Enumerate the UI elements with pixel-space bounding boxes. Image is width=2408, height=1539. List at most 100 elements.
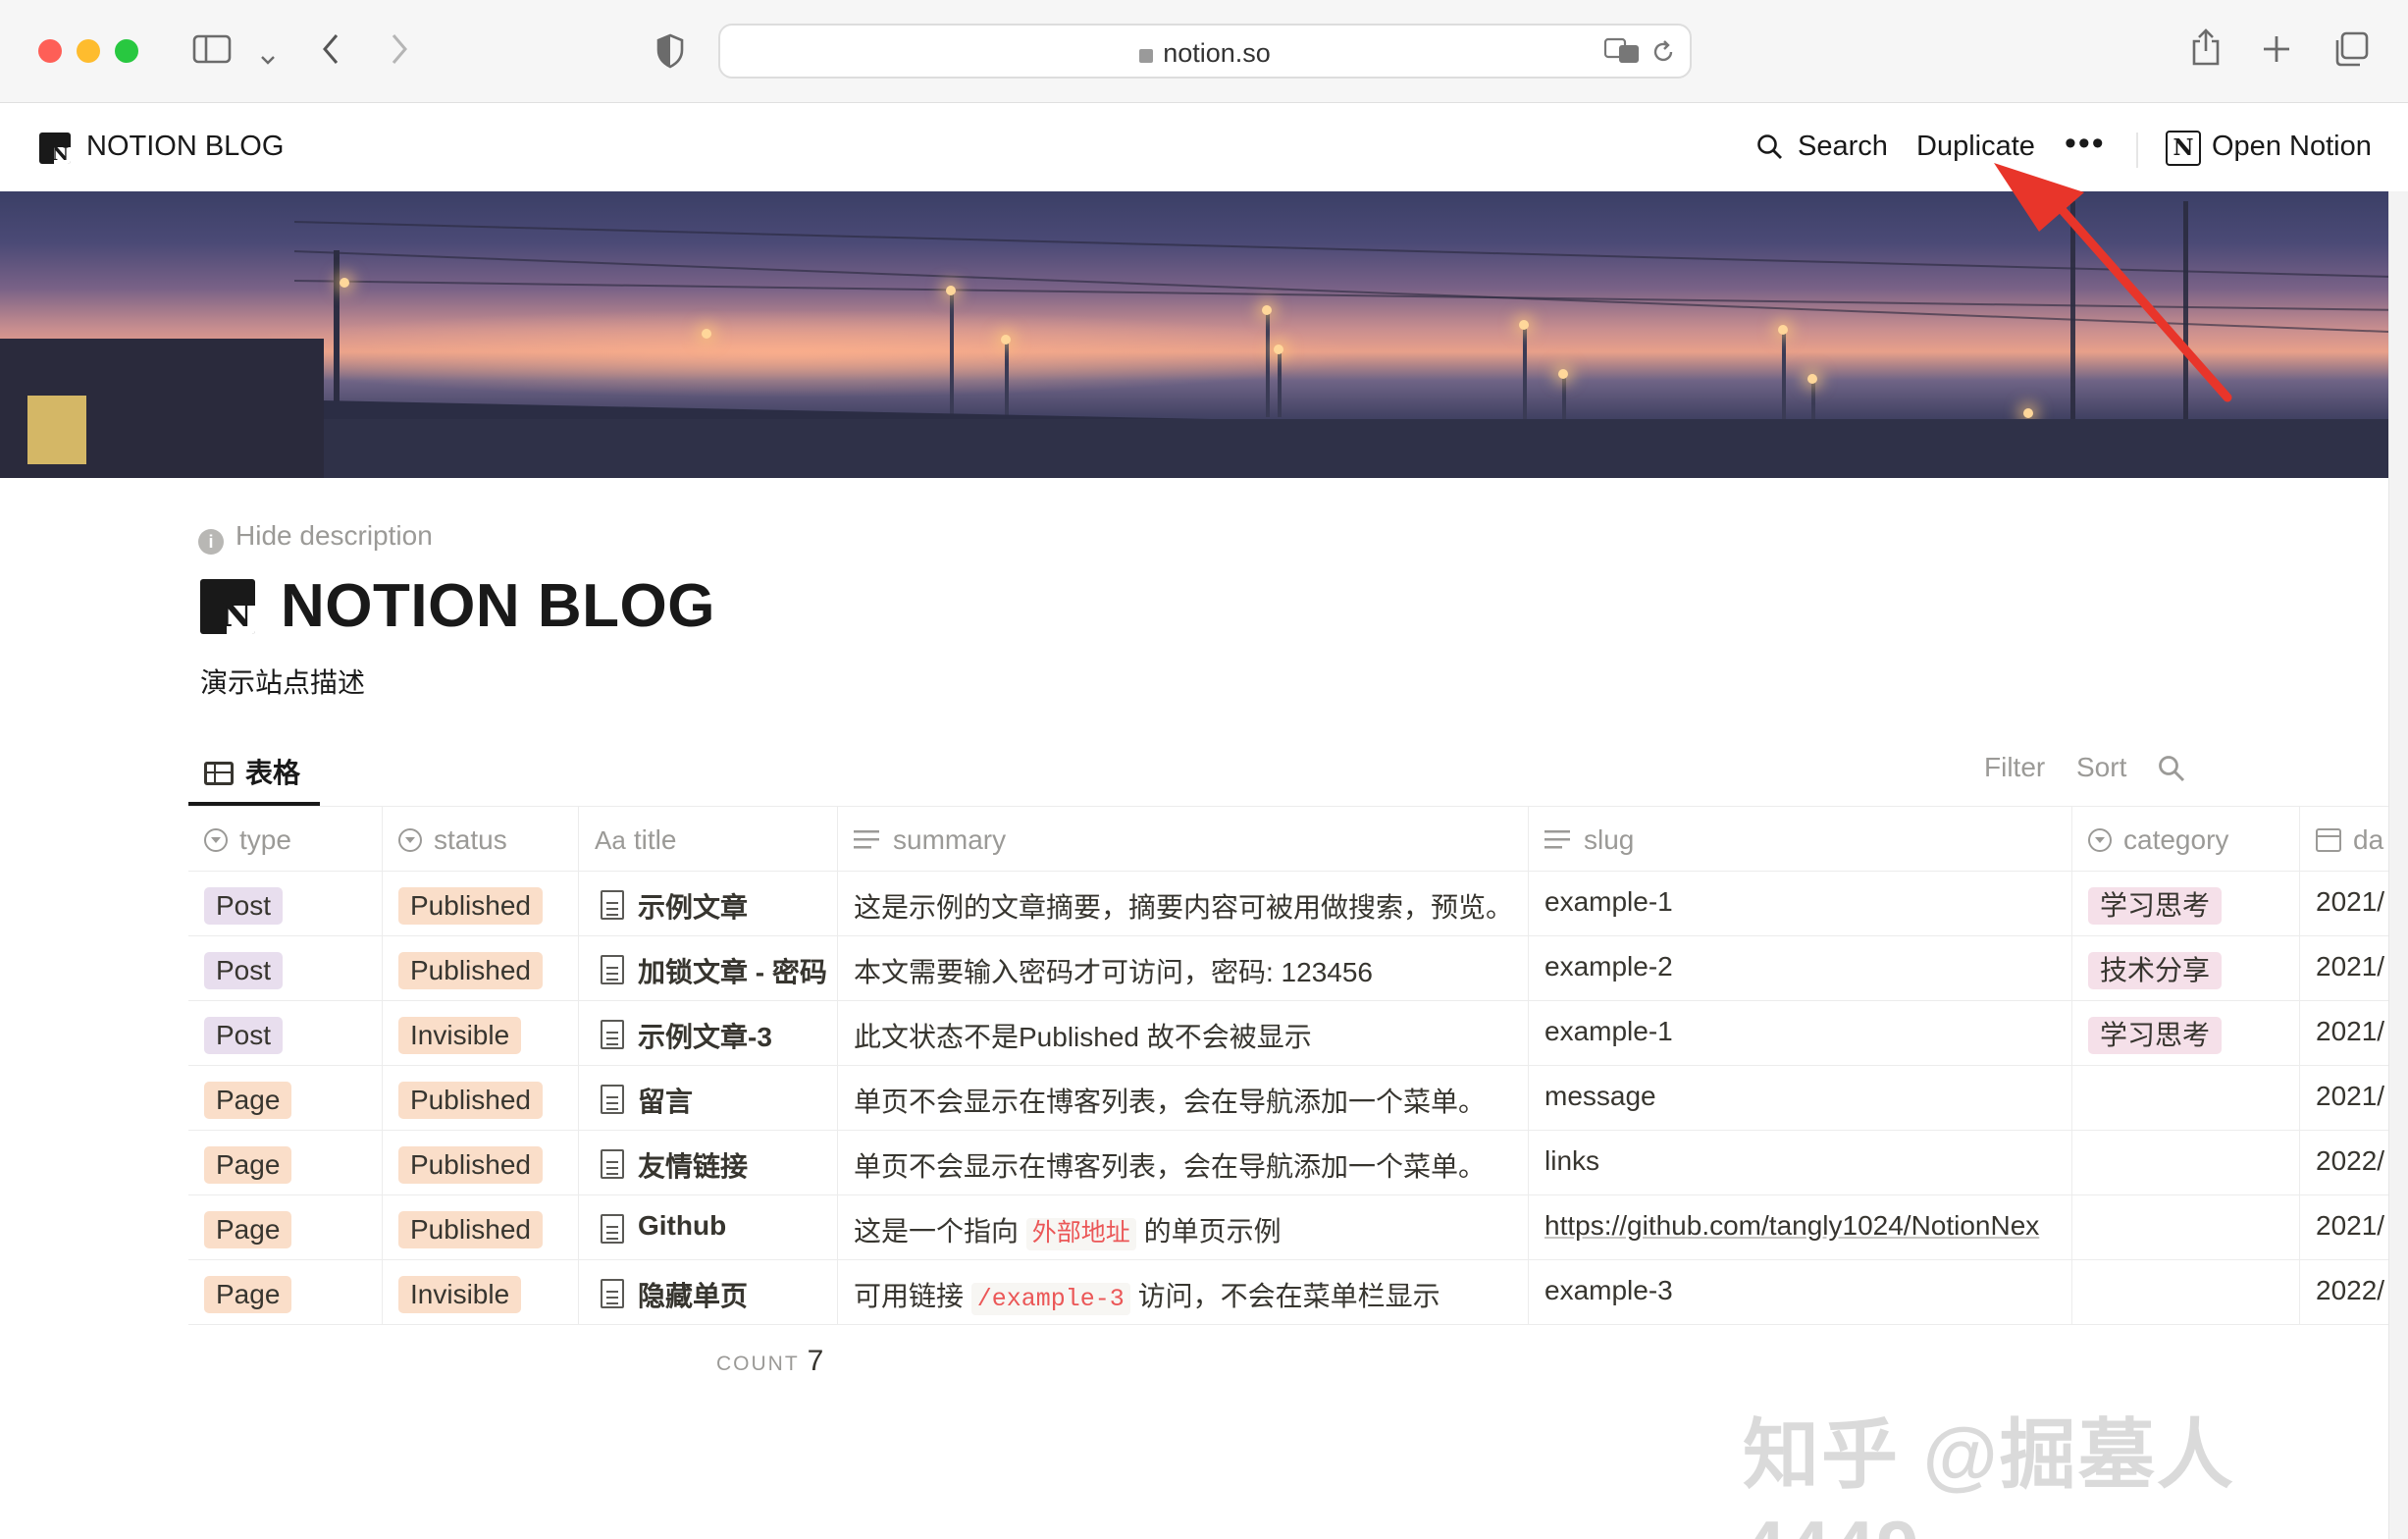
row-slug: links — [1544, 1145, 1600, 1176]
row-summary: 本文需要输入密码才可访问，密码: 123456 — [854, 957, 1373, 987]
reload-icon[interactable] — [1650, 39, 1676, 70]
row-slug: message — [1544, 1081, 1656, 1111]
column-header-date[interactable]: da — [2300, 807, 2388, 872]
row-slug: example-2 — [1544, 951, 1673, 982]
page-icon — [601, 1020, 624, 1049]
translate-icon[interactable] — [1603, 37, 1641, 70]
text-lines-icon — [1544, 830, 1570, 850]
tab-table-view[interactable]: 表格 — [204, 752, 300, 791]
empty-category-cell[interactable] — [2072, 1066, 2300, 1131]
table-row[interactable]: Post Published 示例文章 这是示例的文章摘要，摘要内容可被用做搜索… — [188, 872, 2388, 936]
page-icon — [601, 1214, 624, 1244]
chevron-down-icon[interactable] — [259, 39, 277, 73]
status-tag: Published — [398, 1082, 543, 1119]
status-tag: Published — [398, 1146, 543, 1184]
hide-description-label: Hide description — [236, 520, 433, 551]
table-row[interactable]: Post Invisible 示例文章-3 此文状态不是Published 故不… — [188, 1001, 2388, 1066]
page-scrollbar[interactable] — [2388, 191, 2408, 1539]
search-icon[interactable] — [1756, 133, 1782, 159]
topbar-site-title[interactable]: NOTION BLOG — [86, 131, 284, 163]
empty-category-cell[interactable] — [2072, 1195, 2300, 1260]
zoom-window-button[interactable] — [115, 39, 138, 63]
page-icon — [601, 890, 624, 920]
share-icon[interactable] — [2190, 27, 2222, 73]
privacy-shield-icon[interactable] — [655, 33, 685, 75]
sort-button[interactable]: Sort — [2076, 752, 2126, 783]
count-label: COUNT — [716, 1353, 800, 1375]
row-summary: 这是示例的文章摘要，摘要内容可被用做搜索，预览。 — [854, 892, 1514, 923]
tab-overview-icon[interactable] — [2333, 31, 2369, 73]
status-tag: Published — [398, 1211, 543, 1248]
table-row[interactable]: Page Published 友情链接 单页不会显示在博客列表，会在导航添加一个… — [188, 1131, 2388, 1195]
row-date: 2021/ — [2316, 1210, 2385, 1241]
back-icon[interactable] — [320, 31, 341, 73]
row-title[interactable]: 示例文章 — [638, 886, 748, 926]
page-title: NOTION BLOG — [281, 572, 715, 640]
inline-code: 外部地址 — [1025, 1218, 1136, 1250]
database-search-icon[interactable] — [2157, 754, 2186, 788]
page-icon[interactable]: N — [200, 579, 255, 634]
site-logo[interactable]: N — [39, 133, 71, 164]
column-header-category[interactable]: category — [2072, 807, 2300, 872]
table-row[interactable]: Post Published 加锁文章 - 密码 本文需要输入密码才可访问，密码… — [188, 936, 2388, 1001]
column-header-title[interactable]: Aa title — [579, 807, 838, 872]
close-window-button[interactable] — [38, 39, 62, 63]
category-tag: 学习思考 — [2088, 887, 2223, 925]
table-header-row: type status Aa title summary slug categor… — [188, 807, 2388, 872]
url-text: notion.so — [1163, 38, 1271, 68]
sidebar-toggle-icon[interactable] — [192, 33, 232, 71]
page-icon — [601, 1279, 624, 1308]
hide-description-toggle[interactable]: i Hide description — [198, 520, 433, 555]
type-tag: Page — [204, 1276, 292, 1313]
row-title[interactable]: 隐藏单页 — [638, 1275, 748, 1314]
lock-icon — [1139, 49, 1154, 63]
row-slug: example-1 — [1544, 886, 1673, 917]
browser-toolbar: notion.so — [0, 0, 2408, 103]
filter-button[interactable]: Filter — [1984, 752, 2045, 783]
row-slug-link[interactable]: https://github.com/tangly1024/NotionNex — [1544, 1210, 2039, 1242]
row-title[interactable]: 加锁文章 - 密码 — [638, 951, 827, 990]
column-header-summary[interactable]: summary — [838, 807, 1529, 872]
status-tag: Published — [398, 952, 543, 989]
text-aa-icon: Aa — [595, 825, 626, 855]
column-header-slug[interactable]: slug — [1529, 807, 2072, 872]
type-tag: Post — [204, 1017, 284, 1054]
row-date: 2021/ — [2316, 1016, 2385, 1046]
page-icon — [601, 1085, 624, 1114]
new-tab-icon[interactable] — [2261, 33, 2292, 71]
empty-category-cell[interactable] — [2072, 1131, 2300, 1195]
type-tag: Post — [204, 952, 284, 989]
watermark: 知乎 @掘墓人4449 — [1743, 1411, 2235, 1539]
minimize-window-button[interactable] — [77, 39, 100, 63]
empty-category-cell[interactable] — [2072, 1260, 2300, 1325]
address-bar[interactable]: notion.so — [718, 24, 1692, 79]
row-title[interactable]: 示例文章-3 — [638, 1016, 772, 1055]
column-header-type[interactable]: type — [188, 807, 383, 872]
table-row[interactable]: Page Published Github 这是一个指向 外部地址 的单页示例 … — [188, 1195, 2388, 1260]
row-summary: 单页不会显示在博客列表，会在导航添加一个菜单。 — [854, 1087, 1487, 1117]
row-title[interactable]: Github — [638, 1210, 726, 1242]
row-date: 2021/ — [2316, 1081, 2385, 1111]
row-date: 2022/ — [2316, 1145, 2385, 1176]
table-row[interactable]: Page Invisible 隐藏单页 可用链接 /example-3 访问，不… — [188, 1260, 2388, 1325]
row-slug: example-3 — [1544, 1275, 1673, 1305]
info-icon: i — [198, 529, 224, 555]
category-tag: 学习思考 — [2088, 1017, 2223, 1054]
row-summary: 可用链接 /example-3 访问，不会在菜单栏显示 — [854, 1281, 1440, 1315]
forward-icon[interactable] — [389, 31, 410, 73]
row-slug: example-1 — [1544, 1016, 1673, 1046]
select-icon — [204, 828, 228, 852]
annotation-arrow-icon — [1994, 163, 2232, 402]
row-title[interactable]: 友情链接 — [638, 1145, 748, 1185]
calendar-icon — [2316, 828, 2341, 852]
search-button[interactable]: Search — [1798, 131, 1888, 163]
row-title[interactable]: 留言 — [638, 1081, 693, 1120]
row-date: 2021/ — [2316, 886, 2385, 917]
table-row[interactable]: Page Published 留言 单页不会显示在博客列表，会在导航添加一个菜单… — [188, 1066, 2388, 1131]
status-tag: Invisible — [398, 1276, 522, 1313]
row-summary: 这是一个指向 外部地址 的单页示例 — [854, 1216, 1282, 1250]
column-header-status[interactable]: status — [383, 807, 579, 872]
page-icon — [601, 1149, 624, 1179]
page-icon — [601, 955, 624, 984]
text-lines-icon — [854, 830, 879, 850]
